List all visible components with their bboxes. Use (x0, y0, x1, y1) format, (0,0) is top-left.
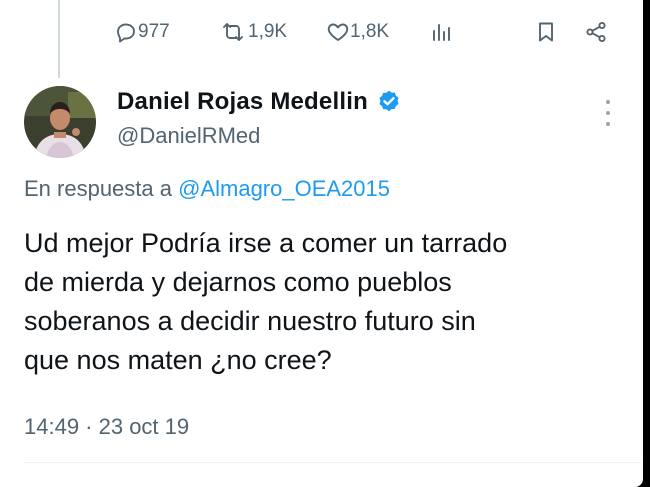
tweet-text-line: que nos maten ¿no cree? (24, 345, 332, 375)
heart-icon (327, 23, 349, 41)
reply-icon (117, 23, 135, 43)
like-button[interactable]: 1,8K (326, 20, 389, 44)
thread-connector-line (58, 0, 60, 78)
author-handle[interactable]: @DanielRMed (117, 123, 260, 149)
author-name[interactable]: Daniel Rojas Medellin (117, 88, 368, 116)
previous-tweet-action-bar: 977 1,9K 1,8K (114, 14, 613, 50)
tweet-timestamp[interactable]: 14:49 · 23 oct 19 (24, 414, 189, 440)
reply-count: 977 (138, 21, 170, 42)
author-name-row: Daniel Rojas Medellin (117, 88, 402, 116)
views-icon (433, 24, 450, 41)
views-button[interactable] (430, 20, 454, 44)
bookmark-button[interactable] (534, 20, 558, 44)
tweet-text: Ud mejor Podría irse a comer un tarrado … (24, 224, 624, 380)
avatar[interactable] (24, 86, 96, 158)
share-icon (586, 21, 606, 43)
tweet-text-line: de mierda y dejarnos como pueblos (24, 267, 452, 297)
retweet-icon (223, 23, 243, 41)
reply-to-mention[interactable]: @Almagro_OEA2015 (178, 176, 390, 201)
bookmark-icon (539, 22, 553, 42)
tweet-card: 977 1,9K 1,8K Daniel Rojas Medellin @Dan… (0, 0, 643, 487)
retweet-count: 1,9K (248, 21, 288, 42)
reply-button[interactable]: 977 (114, 20, 170, 44)
more-options-icon[interactable] (605, 100, 611, 126)
divider (24, 462, 643, 463)
tweet-text-line: soberanos a decidir nuestro futuro sin (24, 306, 476, 336)
profile-photo-icon (24, 86, 96, 158)
retweet-button[interactable]: 1,9K (218, 20, 287, 44)
reply-to-prefix: En respuesta a (24, 176, 179, 201)
share-button[interactable] (584, 20, 608, 44)
like-count: 1,8K (350, 21, 390, 42)
reply-context: En respuesta a @Almagro_OEA2015 (24, 176, 390, 202)
tweet-text-line: Ud mejor Podría irse a comer un tarrado (24, 228, 508, 258)
verified-badge-icon (379, 90, 399, 112)
